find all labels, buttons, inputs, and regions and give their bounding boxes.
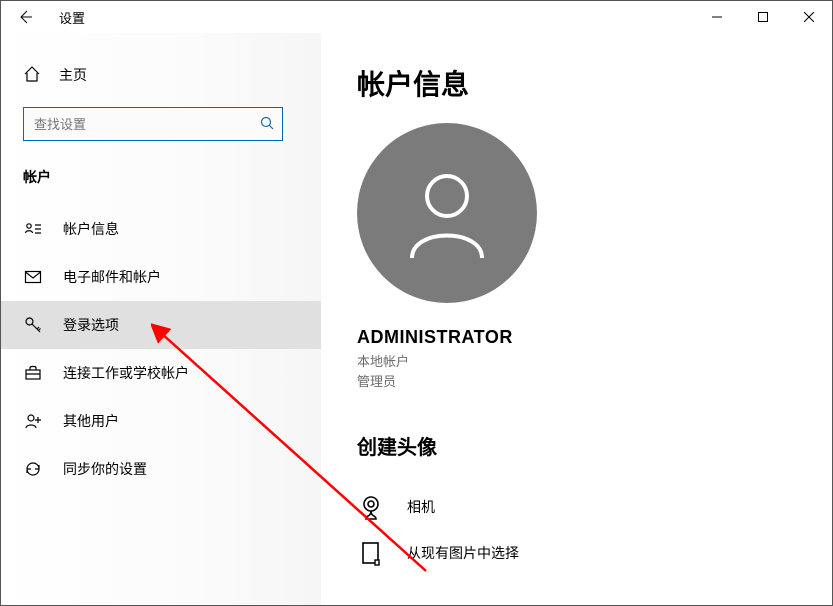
camera-icon	[357, 493, 387, 521]
key-icon	[23, 316, 43, 334]
browse-icon	[357, 540, 387, 566]
user-name: ADMINISTRATOR	[357, 327, 513, 348]
option-label: 相机	[407, 497, 435, 517]
sidebar-item-label: 连接工作或学校帐户	[63, 363, 189, 383]
main-content: 帐户信息 ADMINISTRATOR 本地帐户 管理员 创建头像 相机	[321, 33, 832, 605]
person-card-icon	[23, 220, 43, 238]
window-title: 设置	[59, 8, 85, 27]
sidebar-item-other-users[interactable]: 其他用户	[1, 397, 321, 445]
search-icon	[260, 116, 274, 133]
avatar	[357, 123, 537, 303]
mail-icon	[23, 268, 43, 286]
create-avatar-heading: 创建头像	[357, 431, 832, 460]
search-input[interactable]	[32, 116, 260, 133]
close-icon	[804, 12, 814, 22]
home-icon	[23, 65, 41, 86]
sidebar-item-label: 同步你的设置	[63, 459, 147, 479]
search-wrap	[1, 95, 321, 157]
sidebar-item-sync-settings[interactable]: 同步你的设置	[1, 445, 321, 493]
arrow-left-icon	[17, 9, 33, 25]
option-camera[interactable]: 相机	[357, 484, 832, 530]
sidebar-item-work-school[interactable]: 连接工作或学校帐户	[1, 349, 321, 397]
sidebar-home[interactable]: 主页	[1, 55, 321, 95]
person-icon	[392, 158, 502, 268]
close-button[interactable]	[786, 1, 832, 33]
minimize-button[interactable]	[694, 1, 740, 33]
maximize-button[interactable]	[740, 1, 786, 33]
settings-window: 设置 主页	[0, 0, 833, 606]
titlebar: 设置	[1, 1, 832, 33]
sidebar-section-header: 帐户	[1, 157, 321, 205]
sidebar-item-email-accounts[interactable]: 电子邮件和帐户	[1, 253, 321, 301]
option-browse[interactable]: 从现有图片中选择	[357, 530, 832, 576]
search-box[interactable]	[23, 107, 283, 141]
maximize-icon	[758, 12, 768, 22]
minimize-icon	[712, 12, 722, 22]
option-label: 从现有图片中选择	[407, 543, 519, 563]
sidebar: 主页 帐户 帐户信息	[1, 33, 321, 605]
page-title: 帐户信息	[357, 63, 832, 103]
sidebar-item-label: 登录选项	[63, 315, 119, 335]
sidebar-item-label: 其他用户	[63, 411, 119, 431]
user-account-type: 本地帐户	[357, 352, 409, 372]
sync-icon	[23, 460, 43, 478]
window-body: 主页 帐户 帐户信息	[1, 33, 832, 605]
back-button[interactable]	[9, 1, 41, 33]
sidebar-item-account-info[interactable]: 帐户信息	[1, 205, 321, 253]
sidebar-home-label: 主页	[59, 65, 87, 85]
sidebar-item-label: 电子邮件和帐户	[63, 267, 161, 287]
sidebar-item-signin-options[interactable]: 登录选项	[1, 301, 321, 349]
window-controls	[694, 1, 832, 33]
sidebar-item-label: 帐户信息	[63, 219, 119, 239]
briefcase-icon	[23, 364, 43, 382]
avatar-block: ADMINISTRATOR 本地帐户 管理员	[357, 123, 832, 391]
user-role: 管理员	[357, 372, 396, 392]
person-plus-icon	[23, 412, 43, 430]
